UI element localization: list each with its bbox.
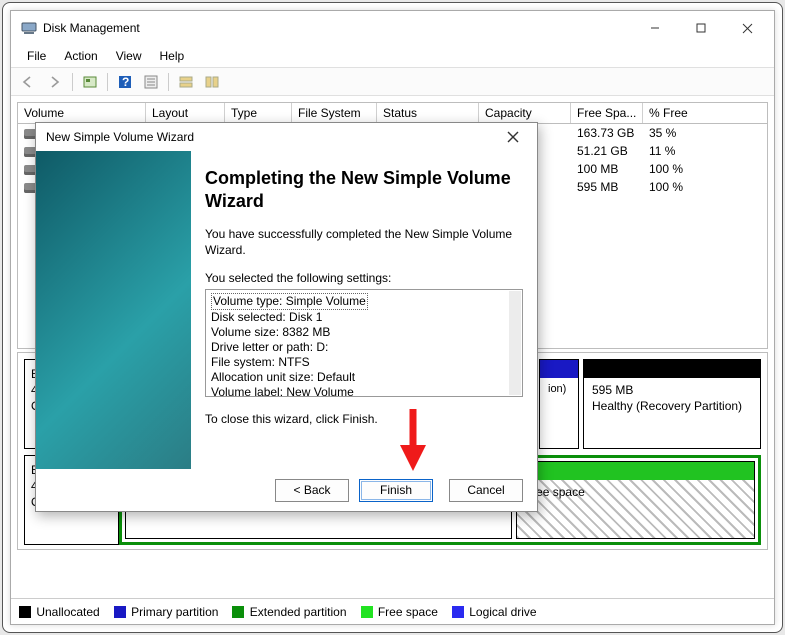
window-title: Disk Management: [43, 21, 632, 35]
volume-list-header: Volume Layout Type File System Status Ca…: [17, 102, 768, 124]
menu-view[interactable]: View: [108, 47, 150, 65]
col-status[interactable]: Status: [377, 103, 479, 123]
disk0-part-4[interactable]: 595 MB Healthy (Recovery Partition): [583, 359, 761, 449]
legend-unallocated: Unallocated: [19, 605, 100, 619]
col-layout[interactable]: Layout: [146, 103, 225, 123]
disk1-freespace[interactable]: Free space: [516, 461, 755, 539]
col-capacity[interactable]: Capacity: [479, 103, 571, 123]
cancel-button[interactable]: Cancel: [449, 479, 523, 502]
wizard-buttons: < Back Finish Cancel: [36, 469, 537, 511]
wizard-close-button[interactable]: [493, 124, 533, 150]
scrollbar[interactable]: [509, 291, 521, 395]
menu-help[interactable]: Help: [152, 47, 193, 65]
wizard-title-bar: New Simple Volume Wizard: [36, 123, 537, 151]
toolbar-view1-icon[interactable]: [174, 71, 198, 93]
nav-back-icon[interactable]: [17, 71, 41, 93]
menu-file[interactable]: File: [19, 47, 54, 65]
toolbar-properties-icon[interactable]: [139, 71, 163, 93]
legend-extended: Extended partition: [232, 605, 346, 619]
finish-button[interactable]: Finish: [359, 479, 433, 502]
wizard-close-text: To close this wizard, click Finish.: [205, 411, 523, 427]
wizard-intro-text: You selected the following settings:: [205, 270, 523, 286]
col-type[interactable]: Type: [225, 103, 292, 123]
wizard-heading: Completing the New Simple Volume Wizard: [205, 167, 523, 212]
toolbar: ?: [11, 68, 774, 96]
close-button[interactable]: [724, 13, 770, 43]
maximize-button[interactable]: [678, 13, 724, 43]
back-button[interactable]: < Back: [275, 479, 349, 502]
wizard-settings-list[interactable]: Volume type: Simple Volume Disk selected…: [205, 289, 523, 397]
minimize-button[interactable]: [632, 13, 678, 43]
menu-action[interactable]: Action: [56, 47, 105, 65]
new-simple-volume-wizard: New Simple Volume Wizard Completing the …: [35, 122, 538, 512]
legend-primary: Primary partition: [114, 605, 219, 619]
col-fs[interactable]: File System: [292, 103, 377, 123]
col-free[interactable]: Free Spa...: [571, 103, 643, 123]
col-pctfree[interactable]: % Free: [643, 103, 767, 123]
toolbar-view2-icon[interactable]: [200, 71, 224, 93]
wizard-title: New Simple Volume Wizard: [46, 130, 493, 144]
menu-bar: File Action View Help: [11, 45, 774, 68]
legend: Unallocated Primary partition Extended p…: [11, 598, 774, 624]
app-icon: [21, 20, 37, 36]
disk0-part-3[interactable]: ion): [539, 359, 579, 449]
svg-text:?: ?: [122, 75, 129, 89]
wizard-content: Completing the New Simple Volume Wizard …: [191, 151, 537, 469]
legend-freespace: Free space: [361, 605, 438, 619]
toolbar-refresh-icon[interactable]: [78, 71, 102, 93]
toolbar-help-icon[interactable]: ?: [113, 71, 137, 93]
wizard-side-image: [36, 151, 191, 469]
legend-logical: Logical drive: [452, 605, 537, 619]
title-bar: Disk Management: [11, 11, 774, 45]
col-volume[interactable]: Volume: [18, 103, 146, 123]
nav-fwd-icon[interactable]: [43, 71, 67, 93]
wizard-done-text: You have successfully completed the New …: [205, 226, 523, 258]
